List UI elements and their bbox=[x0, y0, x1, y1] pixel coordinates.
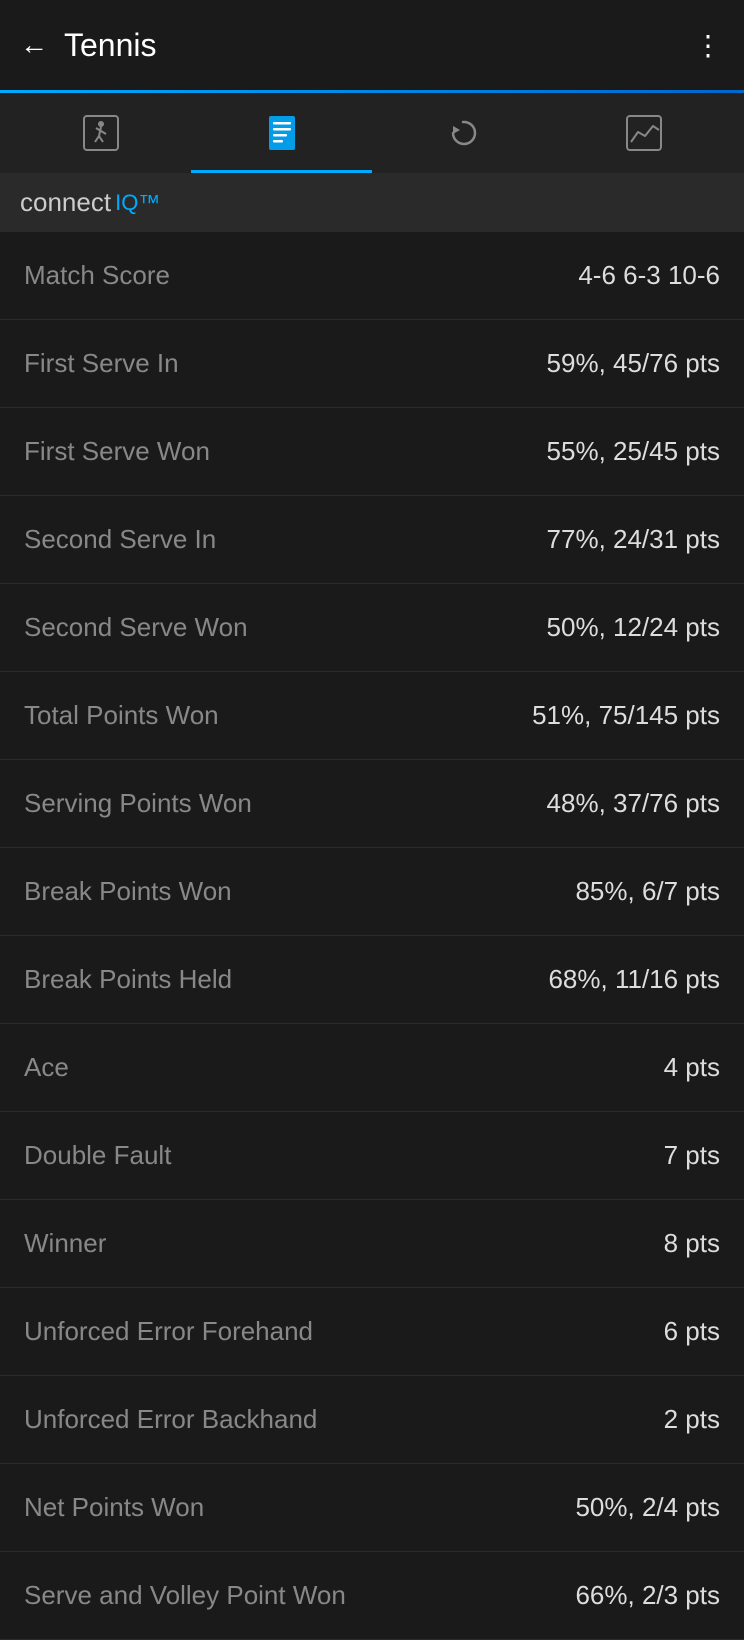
iq-label: IQ™ bbox=[115, 190, 160, 216]
stats-icon bbox=[262, 113, 302, 153]
stat-value: 85%, 6/7 pts bbox=[575, 876, 720, 907]
activity-icon bbox=[81, 113, 121, 153]
stat-value: 2 pts bbox=[664, 1404, 720, 1435]
table-row: Break Points Held68%, 11/16 pts bbox=[0, 936, 744, 1024]
stat-label: Total Points Won bbox=[24, 700, 532, 731]
table-row: Double Fault7 pts bbox=[0, 1112, 744, 1200]
table-row: Break Points Won85%, 6/7 pts bbox=[0, 848, 744, 936]
tab-chart[interactable] bbox=[553, 93, 734, 173]
stat-label: First Serve In bbox=[24, 348, 547, 379]
stat-label: Second Serve Won bbox=[24, 612, 547, 643]
stat-value: 6 pts bbox=[664, 1316, 720, 1347]
stat-label: Match Score bbox=[24, 260, 578, 291]
table-row: First Serve Won55%, 25/45 pts bbox=[0, 408, 744, 496]
table-row: First Serve In59%, 45/76 pts bbox=[0, 320, 744, 408]
chart-icon bbox=[624, 113, 664, 153]
stat-value: 66%, 2/3 pts bbox=[575, 1580, 720, 1611]
table-row: Second Serve Won50%, 12/24 pts bbox=[0, 584, 744, 672]
stat-label: Unforced Error Forehand bbox=[24, 1316, 664, 1347]
stat-value: 4 pts bbox=[664, 1052, 720, 1083]
stat-value: 55%, 25/45 pts bbox=[547, 436, 720, 467]
table-row: Second Serve In77%, 24/31 pts bbox=[0, 496, 744, 584]
stat-value: 50%, 2/4 pts bbox=[575, 1492, 720, 1523]
stat-value: 48%, 37/76 pts bbox=[547, 788, 720, 819]
stat-label: Double Fault bbox=[24, 1140, 664, 1171]
stat-label: Net Points Won bbox=[24, 1492, 575, 1523]
table-row: Unforced Error Backhand2 pts bbox=[0, 1376, 744, 1464]
table-row: Net Points Won50%, 2/4 pts bbox=[0, 1464, 744, 1552]
header: ← Tennis ⋮ bbox=[0, 0, 744, 90]
stat-label: Winner bbox=[24, 1228, 664, 1259]
connect-label: connect bbox=[20, 187, 111, 218]
stat-value: 50%, 12/24 pts bbox=[547, 612, 720, 643]
stat-label: Serve and Volley Point Won bbox=[24, 1580, 575, 1611]
header-left: ← Tennis bbox=[20, 27, 157, 64]
stat-value: 51%, 75/145 pts bbox=[532, 700, 720, 731]
stats-list: Match Score4-6 6-3 10-6First Serve In59%… bbox=[0, 232, 744, 1640]
stat-value: 4-6 6-3 10-6 bbox=[578, 260, 720, 291]
connect-iq-bar: connect IQ™ bbox=[0, 173, 744, 232]
tab-activity[interactable] bbox=[10, 93, 191, 173]
tab-replay[interactable] bbox=[372, 93, 553, 173]
replay-icon bbox=[443, 113, 483, 153]
table-row: Ace4 pts bbox=[0, 1024, 744, 1112]
tab-bar bbox=[0, 93, 744, 173]
stat-value: 8 pts bbox=[664, 1228, 720, 1259]
stat-label: Serving Points Won bbox=[24, 788, 547, 819]
table-row: Winner8 pts bbox=[0, 1200, 744, 1288]
table-row: Unforced Error Forehand6 pts bbox=[0, 1288, 744, 1376]
tab-stats[interactable] bbox=[191, 93, 372, 173]
stat-label: Break Points Won bbox=[24, 876, 575, 907]
page-title: Tennis bbox=[64, 27, 157, 64]
stat-label: Break Points Held bbox=[24, 964, 548, 995]
menu-button[interactable]: ⋮ bbox=[694, 29, 724, 62]
table-row: Total Points Won51%, 75/145 pts bbox=[0, 672, 744, 760]
stat-value: 7 pts bbox=[664, 1140, 720, 1171]
stat-value: 68%, 11/16 pts bbox=[548, 964, 720, 995]
stat-value: 59%, 45/76 pts bbox=[547, 348, 720, 379]
stat-label: Ace bbox=[24, 1052, 664, 1083]
stat-label: Unforced Error Backhand bbox=[24, 1404, 664, 1435]
table-row: Serve and Volley Point Won66%, 2/3 pts bbox=[0, 1552, 744, 1640]
stat-label: First Serve Won bbox=[24, 436, 547, 467]
stat-label: Second Serve In bbox=[24, 524, 547, 555]
table-row: Match Score4-6 6-3 10-6 bbox=[0, 232, 744, 320]
back-button[interactable]: ← bbox=[20, 31, 48, 59]
table-row: Serving Points Won48%, 37/76 pts bbox=[0, 760, 744, 848]
stat-value: 77%, 24/31 pts bbox=[547, 524, 720, 555]
